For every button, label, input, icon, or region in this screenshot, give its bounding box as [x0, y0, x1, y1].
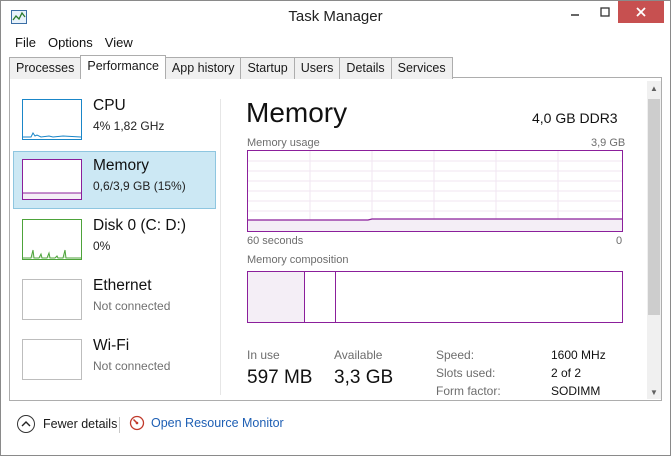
memory-thumbnail-graph — [22, 159, 82, 200]
sidebar-item-label: Wi-Fi — [93, 337, 130, 354]
fewer-details-label: Fewer details — [43, 417, 118, 431]
memory-usage-max: 3,9 GB — [591, 137, 626, 149]
sidebar-item-label: Disk 0 (C: D:) — [93, 217, 186, 234]
slots-used-value: 2 of 2 — [551, 366, 582, 380]
title-bar: Task Manager — [1, 1, 670, 33]
available-label: Available — [334, 348, 383, 362]
sidebar-item-detail: Not connected — [93, 359, 171, 373]
tab-app-history[interactable]: App history — [164, 57, 242, 79]
composition-modified-segment — [305, 272, 336, 322]
memory-composition-bar — [247, 271, 623, 323]
sidebar-item-ethernet[interactable]: Ethernet Not connected — [13, 271, 216, 329]
sidebar-item-cpu[interactable]: CPU 4% 1,82 GHz — [13, 91, 216, 149]
maximize-icon — [600, 7, 610, 17]
in-use-value: 597 MB — [247, 367, 313, 388]
sidebar-item-detail: 0,6/3,9 GB (15%) — [93, 179, 186, 193]
slots-used-label: Slots used: — [436, 366, 496, 380]
sidebar-item-label: Ethernet — [93, 277, 152, 294]
footer-bar: Fewer details Open Resource Monitor — [1, 405, 670, 445]
sidebar-item-wifi[interactable]: Wi-Fi Not connected — [13, 331, 216, 389]
time-axis-end: 0 — [616, 235, 623, 247]
memory-spec: 4,0 GB DDR3 — [532, 110, 618, 126]
sidebar-item-disk[interactable]: Disk 0 (C: D:) 0% — [13, 211, 216, 269]
speed-label: Speed: — [436, 348, 475, 362]
fewer-details-button[interactable]: Fewer details — [17, 415, 117, 433]
resource-monitor-icon — [129, 415, 145, 431]
resource-monitor-label: Open Resource Monitor — [151, 416, 284, 430]
scrollbar-thumb[interactable] — [648, 99, 660, 315]
time-axis-start: 60 seconds — [247, 235, 304, 247]
composition-in-use-segment — [248, 272, 305, 322]
scroll-up-arrow-icon[interactable]: ▲ — [647, 81, 661, 95]
menu-file[interactable]: File — [9, 33, 42, 53]
open-resource-monitor-link[interactable]: Open Resource Monitor — [129, 415, 284, 431]
close-icon — [636, 7, 646, 17]
minimize-icon — [571, 14, 579, 16]
speed-value: 1600 MHz — [551, 348, 606, 362]
maximize-button[interactable] — [591, 1, 619, 23]
cpu-thumbnail-graph — [22, 99, 82, 140]
sidebar-item-detail: 0% — [93, 239, 111, 253]
disk-thumbnail-graph — [22, 219, 82, 260]
memory-usage-graph — [247, 150, 623, 232]
menu-options[interactable]: Options — [42, 33, 99, 53]
memory-usage-label: Memory usage — [247, 137, 320, 149]
wifi-thumbnail-graph — [22, 339, 82, 380]
chevron-up-icon — [17, 415, 35, 433]
ethernet-thumbnail-graph — [22, 279, 82, 320]
scroll-down-arrow-icon[interactable]: ▼ — [647, 385, 661, 399]
tab-details[interactable]: Details — [339, 57, 392, 79]
memory-composition-label: Memory composition — [247, 254, 349, 266]
minimize-button[interactable] — [561, 1, 589, 23]
tab-processes[interactable]: Processes — [9, 57, 82, 79]
sidebar-item-detail: 4% 1,82 GHz — [93, 119, 165, 133]
sidebar-item-label: Memory — [93, 157, 149, 174]
panel-divider — [220, 99, 221, 395]
footer-divider — [119, 417, 120, 433]
tab-users[interactable]: Users — [293, 57, 341, 79]
sidebar-item-label: CPU — [93, 97, 126, 114]
menu-bar: File Options View — [1, 33, 670, 53]
page-title: Memory — [246, 97, 348, 128]
task-manager-window: Task Manager File Options View Processes… — [0, 0, 671, 456]
close-button[interactable] — [618, 1, 664, 23]
available-value: 3,3 GB — [334, 367, 394, 388]
sidebar-item-memory[interactable]: Memory 0,6/3,9 GB (15%) — [13, 151, 216, 209]
vertical-scrollbar[interactable]: ▲ ▼ — [647, 81, 661, 399]
tab-services[interactable]: Services — [390, 57, 453, 79]
form-factor-label: Form factor: — [436, 384, 501, 398]
tab-startup[interactable]: Startup — [240, 57, 295, 79]
in-use-label: In use — [247, 348, 280, 362]
memory-usage-plot — [248, 151, 622, 231]
menu-view[interactable]: View — [99, 33, 139, 53]
tab-performance[interactable]: Performance — [80, 55, 166, 79]
sidebar-item-detail: Not connected — [93, 299, 171, 313]
form-factor-value: SODIMM — [551, 384, 601, 398]
tab-strip: Processes Performance App history Startu… — [9, 55, 662, 79]
